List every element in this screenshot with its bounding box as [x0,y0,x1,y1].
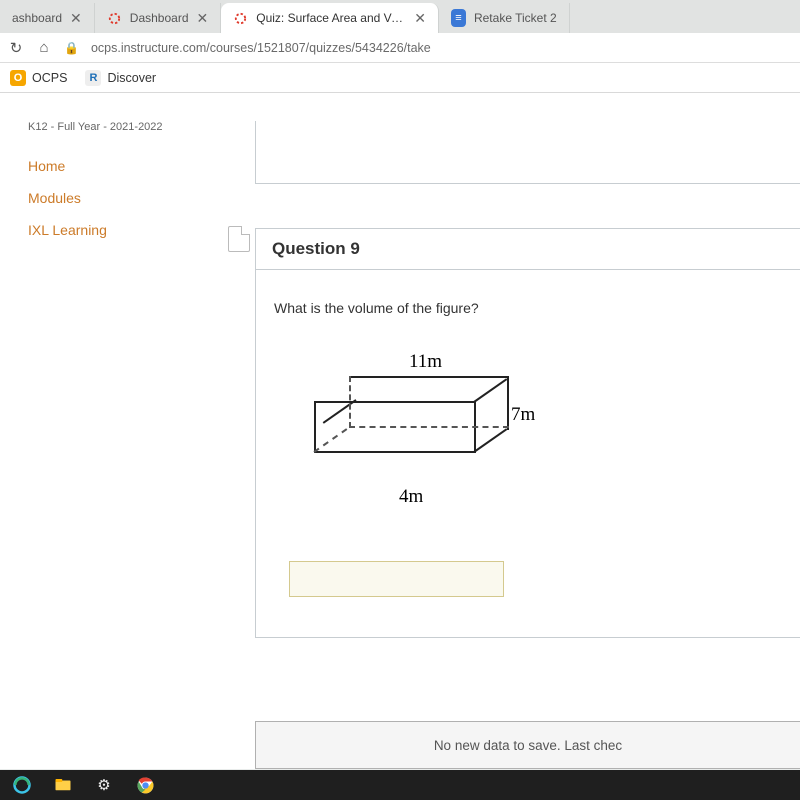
save-status-text: No new data to save. Last chec [434,738,622,753]
question-prompt: What is the volume of the figure? [274,300,782,316]
bookmark-label: OCPS [32,71,67,85]
chrome-icon[interactable] [135,775,155,795]
sidebar-item-modules[interactable]: Modules [28,190,225,206]
quiz-content: Question 9 What is the volume of the fig… [225,93,800,769]
question-body: What is the volume of the figure? 11m 7m… [256,270,800,637]
question-card: Question 9 What is the volume of the fig… [255,228,800,638]
file-explorer-icon[interactable] [53,775,73,795]
close-icon[interactable]: ✕ [414,10,426,27]
previous-question-card [255,121,800,184]
browser-tab-3[interactable]: ≡ Retake Ticket 2 [439,3,570,33]
dimension-label-right: 7m [511,404,535,426]
bookmark-label: Discover [107,71,156,85]
settings-icon[interactable]: ⚙ [94,775,114,795]
dimension-label-top: 11m [409,351,442,373]
save-status-bar: No new data to save. Last chec [255,721,800,769]
bookmark-ocps[interactable]: O OCPS [10,70,67,86]
close-icon[interactable]: ✕ [197,10,209,27]
tab-strip: ashboard ✕ Dashboard ✕ Quiz: Surface Are… [0,0,800,33]
discover-icon: R [85,70,101,86]
course-sidebar: K12 - Full Year - 2021-2022 Home Modules… [0,93,225,769]
dimension-label-bottom: 4m [399,486,423,508]
tab-title: Dashboard [130,11,189,25]
address-bar-row: ↻ ⌂ 🔒 ocps.instructure.com/courses/15218… [0,33,800,63]
sidebar-item-ixl[interactable]: IXL Learning [28,222,225,238]
sidebar-nav: Home Modules IXL Learning [28,158,225,238]
reload-icon[interactable]: ↻ [8,39,24,57]
lock-icon[interactable]: 🔒 [64,41,79,55]
edge-icon[interactable] [12,775,32,795]
tab-title: Quiz: Surface Area and Volume R [256,11,406,25]
url-text[interactable]: ocps.instructure.com/courses/1521807/qui… [91,41,431,55]
sidebar-item-home[interactable]: Home [28,158,225,174]
doc-icon: ≡ [451,11,466,26]
ocps-icon: O [10,70,26,86]
course-year-label: K12 - Full Year - 2021-2022 [28,121,225,133]
bookmark-discover[interactable]: R Discover [85,70,156,86]
browser-tab-0[interactable]: ashboard ✕ [0,3,95,33]
tab-title: Retake Ticket 2 [474,11,557,25]
rectangular-prism-figure: 11m 7m 4m [289,346,549,526]
page-content: K12 - Full Year - 2021-2022 Home Modules… [0,93,800,769]
browser-tab-2[interactable]: Quiz: Surface Area and Volume R ✕ [221,3,439,33]
tab-title: ashboard [12,11,62,25]
flag-question-icon[interactable] [228,226,250,252]
question-header: Question 9 [256,229,800,270]
windows-taskbar: ⚙ [0,770,800,800]
bookmarks-bar: O OCPS R Discover [0,63,800,93]
question-number-label: Question 9 [272,239,784,259]
home-icon[interactable]: ⌂ [36,39,52,56]
canvas-icon [107,11,122,26]
canvas-icon [233,11,248,26]
close-icon[interactable]: ✕ [70,10,82,27]
answer-input[interactable] [289,561,504,597]
browser-tab-1[interactable]: Dashboard ✕ [95,3,221,33]
